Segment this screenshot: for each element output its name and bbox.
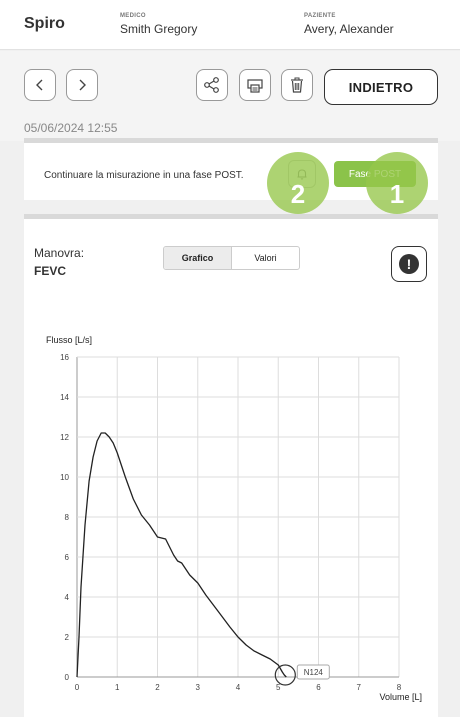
- y-tick-label: 10: [60, 473, 69, 482]
- maneuver-value: FEVC: [34, 264, 67, 278]
- chevron-left-icon: [36, 79, 43, 91]
- x-tick-label: 7: [357, 683, 362, 692]
- doctor-name: Smith Gregory: [120, 22, 198, 36]
- chevron-right-icon: [79, 79, 86, 91]
- app-header: Spiro MEDICO Smith Gregory PAZIENTE Aver…: [0, 0, 460, 50]
- x-tick-label: 2: [155, 683, 160, 692]
- maneuver-panel: Manovra: FEVC Grafico Valori ! Flusso [L…: [24, 214, 438, 717]
- trash-icon: [291, 77, 303, 93]
- y-tick-label: 12: [60, 433, 69, 442]
- x-axis-title: Volume [L]: [379, 692, 422, 702]
- next-button[interactable]: [66, 69, 98, 101]
- flow-volume-chart: Flusso [L/s] Volume [L] 0 1 2 3 4 5 6 7 80246810…: [46, 335, 422, 702]
- notice-text: Continuare la misurazione in una fase PO…: [44, 170, 244, 181]
- post-phase-button[interactable]: Fase POST: [334, 161, 416, 187]
- previous-button[interactable]: [24, 69, 56, 101]
- delete-button[interactable]: [281, 69, 313, 101]
- warning-button[interactable]: !: [391, 246, 427, 282]
- x-tick-label: 1: [115, 683, 120, 692]
- doctor-label: MEDICO: [120, 13, 146, 19]
- y-tick-label: 16: [60, 353, 69, 362]
- y-tick-label: 6: [65, 553, 70, 562]
- app-title: Spiro: [24, 15, 65, 32]
- share-button[interactable]: [196, 69, 228, 101]
- measurement-timestamp: 05/06/2024 12:55: [24, 121, 118, 135]
- exclamation-icon: !: [399, 254, 419, 274]
- maneuver-label: Manovra:: [34, 246, 85, 260]
- toolbar: INDIETRO 05/06/2024 12:55: [0, 51, 460, 141]
- flow-volume-curve: [76, 432, 287, 678]
- tab-grafico[interactable]: Grafico: [164, 247, 231, 269]
- y-tick-label: 4: [65, 593, 70, 602]
- print-icon: [247, 79, 263, 93]
- reminder-button[interactable]: [288, 160, 316, 188]
- print-button[interactable]: [239, 69, 271, 101]
- tab-valori[interactable]: Valori: [231, 247, 299, 269]
- x-tick-label: 6: [316, 683, 321, 692]
- x-tick-label: 4: [236, 683, 241, 692]
- doctor-field: MEDICO Smith Gregory: [120, 13, 197, 36]
- x-tick-label: 3: [196, 683, 201, 692]
- view-switch: Grafico Valori: [163, 246, 300, 270]
- post-phase-notice: Continuare la misurazione in una fase PO…: [24, 138, 438, 200]
- bell-icon: [297, 169, 307, 180]
- y-axis-title: Flusso [L/s]: [46, 335, 92, 345]
- share-icon: [204, 77, 219, 93]
- y-tick-label: 14: [60, 393, 69, 402]
- y-tick-label: 8: [65, 513, 70, 522]
- annotation-label: N124: [304, 668, 324, 677]
- x-tick-label: 8: [397, 683, 402, 692]
- y-tick-label: 0: [65, 673, 70, 682]
- patient-label: PAZIENTE: [304, 13, 336, 19]
- patient-field: PAZIENTE Avery, Alexander: [304, 13, 394, 36]
- x-tick-label: 0: [75, 683, 80, 692]
- y-tick-label: 2: [65, 633, 70, 642]
- x-tick-label: 5: [276, 683, 281, 692]
- patient-name: Avery, Alexander: [304, 22, 394, 36]
- back-button[interactable]: INDIETRO: [324, 69, 438, 105]
